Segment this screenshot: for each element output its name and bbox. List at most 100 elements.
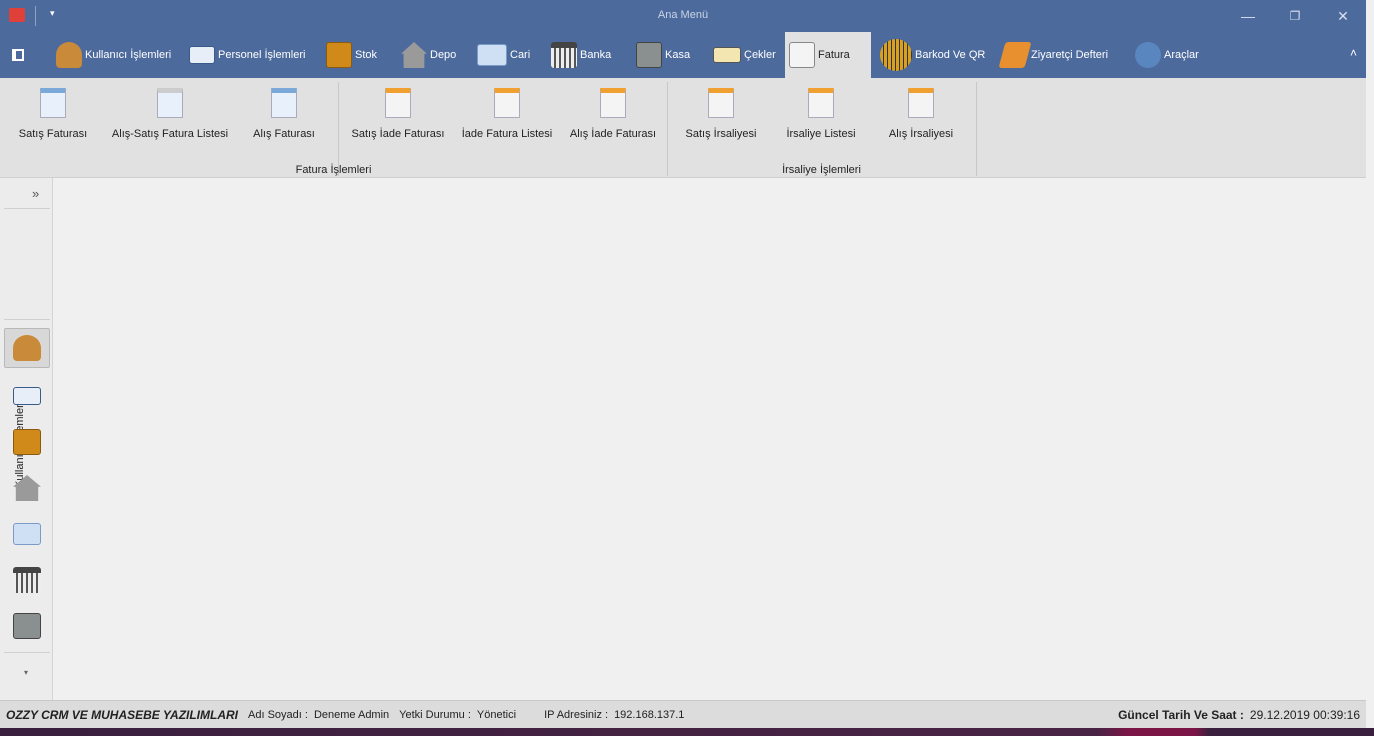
tab-barkod-ve-qr[interactable]: Barkod Ve QR (876, 32, 989, 78)
safe-icon (13, 613, 41, 639)
tab-label: Banka (580, 49, 612, 61)
status-bar: OZZY CRM VE MUHASEBE YAZILIMLARI Adı Soy… (0, 700, 1366, 728)
button-label: İrsaliye Listesi (786, 128, 856, 140)
waybill-list-icon (808, 88, 834, 118)
close-button[interactable]: ✕ (1329, 6, 1357, 26)
nav-depo[interactable] (4, 468, 50, 508)
tab-kasa[interactable]: Kasa (632, 32, 694, 78)
tab-label: Kullanıcı İşlemleri (85, 49, 172, 61)
box-icon (13, 429, 41, 455)
nav-stok[interactable] (4, 422, 50, 462)
tab-label: Araçlar (1164, 49, 1199, 61)
alis-irsaliyesi-button[interactable]: Alış İrsaliyesi (880, 84, 962, 144)
invoice-dollar-icon (40, 88, 66, 118)
window-title: Ana Menü (657, 9, 709, 21)
divider (4, 652, 50, 653)
purchase-return-icon (600, 88, 626, 118)
button-label: Satış İrsaliyesi (685, 128, 757, 140)
role-value: Yönetici (476, 708, 517, 721)
alis-faturasi-button[interactable]: Alış Faturası (244, 84, 324, 144)
datetime-value: 29.12.2019 00:39:16 (1249, 708, 1360, 722)
id-card-icon (189, 46, 215, 64)
bank-icon (13, 567, 41, 593)
barcode-icon (880, 39, 912, 71)
alis-iade-faturasi-button[interactable]: Alış İade Faturası (564, 84, 662, 144)
more-items-button[interactable]: ▾ (24, 668, 28, 677)
nav-header[interactable] (4, 208, 50, 320)
id-card-icon (13, 387, 41, 405)
irsaliye-listesi-button[interactable]: İrsaliye Listesi (778, 84, 864, 144)
waybill-icon (708, 88, 734, 118)
iade-fatura-listesi-button[interactable]: İade Fatura Listesi (456, 84, 558, 144)
ip-value: 192.168.137.1 (614, 708, 685, 721)
ribbon-panel: Satış Faturası Alış-Satış Fatura Listesi… (0, 78, 1366, 178)
tab-label: Fatura (818, 49, 850, 61)
taskbar-strip (0, 728, 1374, 736)
user-info-icon (56, 42, 82, 68)
separator (667, 82, 668, 176)
button-label: Satış Faturası (18, 128, 88, 140)
alis-satis-fatura-listesi-button[interactable]: Alış-Satış Fatura Listesi (108, 84, 232, 144)
house-icon (401, 42, 427, 68)
user-info-icon (13, 335, 41, 361)
bank-icon (551, 42, 577, 68)
tab-label: Personel İşlemleri (218, 49, 306, 61)
satis-faturasi-button[interactable]: Satış Faturası (10, 84, 96, 144)
satis-irsaliyesi-button[interactable]: Satış İrsaliyesi (678, 84, 764, 144)
return-invoice-list-icon (494, 88, 520, 118)
tab-label: Barkod Ve QR (915, 49, 986, 61)
invoice-list-icon (157, 88, 183, 118)
role-label: Yetki Durumu : (399, 708, 471, 721)
tab-personel-islemleri[interactable]: Personel İşlemleri (185, 32, 309, 78)
tab-cekler[interactable]: Çekler (709, 32, 780, 78)
ribbon-tabs: Kullanıcı İşlemleri Personel İşlemleri S… (0, 32, 1366, 78)
house-icon (13, 475, 41, 501)
return-invoice-icon (385, 88, 411, 118)
name-label: Adı Soyadı : (248, 708, 308, 721)
nav-kasa[interactable] (4, 606, 50, 646)
invoice-table-icon (271, 88, 297, 118)
tab-ziyaretci-defteri[interactable]: Ziyaretçi Defteri (998, 32, 1112, 78)
brand-label: OZZY CRM VE MUHASEBE YAZILIMLARI (6, 707, 239, 722)
button-label: İade Fatura Listesi (461, 128, 553, 140)
minimize-button[interactable]: — (1234, 6, 1262, 26)
collapse-ribbon-button[interactable]: ˄ (1350, 46, 1357, 60)
group-label-fatura: Fatura İşlemleri (295, 164, 372, 176)
contact-card-icon (13, 523, 41, 545)
button-label: Alış İrsaliyesi (888, 128, 954, 140)
tab-label: Stok (355, 49, 378, 61)
main-workspace (54, 178, 1366, 700)
nav-personel-islemleri[interactable] (4, 376, 50, 416)
button-label: Satış İade Faturası (351, 128, 445, 140)
satis-iade-faturasi-button[interactable]: Satış İade Faturası (346, 84, 450, 144)
nav-cari[interactable] (4, 514, 50, 554)
button-label: Alış Faturası (253, 128, 315, 140)
nav-banka[interactable] (4, 560, 50, 600)
tab-label: Kasa (665, 49, 691, 61)
purchase-waybill-icon (908, 88, 934, 118)
expand-pane-button[interactable]: » (32, 186, 39, 201)
name-value: Deneme Admin (313, 708, 390, 721)
group-label-irsaliye: İrsaliye İşlemleri (782, 164, 861, 176)
tab-kullanici-islemleri[interactable]: Kullanıcı İşlemleri (52, 32, 175, 78)
tab-label: Çekler (744, 49, 776, 61)
tab-banka[interactable]: Banka (547, 32, 615, 78)
restore-button[interactable]: ❐ (1281, 6, 1309, 26)
nav-kullanici-islemleri[interactable] (4, 328, 50, 368)
ip-label: IP Adresiniz : (544, 708, 609, 721)
tab-label: Cari (510, 49, 531, 61)
tab-araclar[interactable]: Araçlar (1131, 32, 1203, 78)
tab-stok[interactable]: Stok (322, 32, 381, 78)
separator (338, 82, 339, 176)
invoice-icon (789, 42, 815, 68)
separator (976, 82, 977, 176)
tab-cari[interactable]: Cari (473, 32, 534, 78)
gears-icon (1135, 42, 1161, 68)
datetime-label: Güncel Tarih Ve Saat : (1118, 708, 1244, 722)
check-icon (713, 47, 741, 63)
app-menu-icon[interactable] (12, 49, 24, 61)
box-icon (326, 42, 352, 68)
safe-icon (636, 42, 662, 68)
tab-depo[interactable]: Depo (397, 32, 460, 78)
tab-fatura[interactable]: Fatura (785, 32, 871, 78)
